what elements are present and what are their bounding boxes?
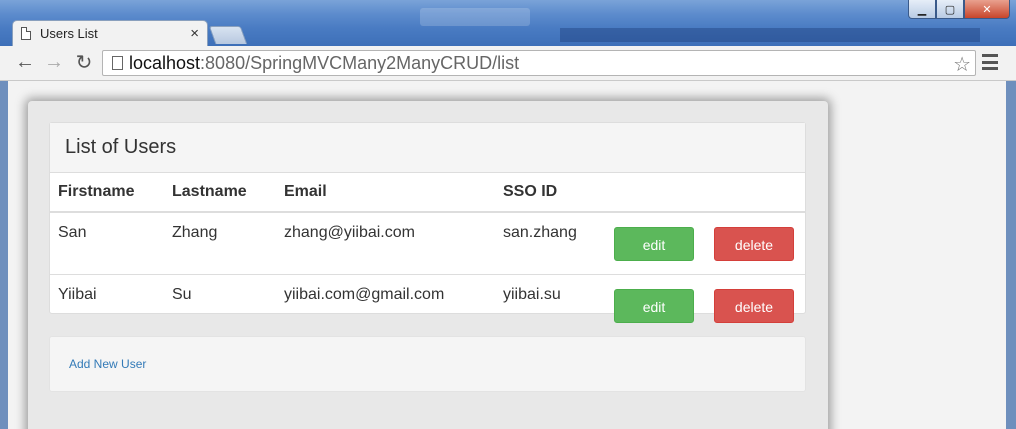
cell-firstname: Yiibai xyxy=(50,274,164,336)
window-border xyxy=(1006,81,1016,429)
page-viewport: List of Users Firstname Lastname Email S… xyxy=(8,81,1006,429)
column-header-firstname: Firstname xyxy=(50,173,164,213)
window-titlebar: ▁ ▢ ✕ Users List × xyxy=(0,0,1016,46)
url-host: localhost xyxy=(129,52,201,73)
cell-sso-id: yiibai.su xyxy=(495,274,606,336)
table-row: San Zhang zhang@yiibai.com san.zhang edi… xyxy=(50,212,805,275)
tab-close-icon[interactable]: × xyxy=(190,25,199,42)
table-row: Yiibai Su yiibai.com@gmail.com yiibai.su… xyxy=(50,274,805,336)
url-path: :8080/SpringMVCMany2ManyCRUD/list xyxy=(200,52,520,73)
minimize-button[interactable]: ▁ xyxy=(908,0,936,19)
back-arrow-icon[interactable]: ← xyxy=(14,51,36,73)
column-header-edit xyxy=(606,173,706,213)
cell-edit: edit xyxy=(606,274,706,336)
new-tab-button[interactable] xyxy=(208,26,248,44)
maximize-button[interactable]: ▢ xyxy=(936,0,964,19)
menu-icon[interactable] xyxy=(982,54,998,70)
page-icon xyxy=(21,27,31,40)
column-header-sso-id: SSO ID xyxy=(495,173,606,213)
page-icon xyxy=(112,56,123,70)
column-header-lastname: Lastname xyxy=(164,173,276,213)
edit-button[interactable]: edit xyxy=(614,226,694,261)
column-header-email: Email xyxy=(276,173,495,213)
cell-delete: delete xyxy=(706,274,805,336)
forward-arrow-icon[interactable]: → xyxy=(43,51,65,73)
users-table: Firstname Lastname Email SSO ID San Zhan… xyxy=(50,173,805,336)
panel-title: List of Users xyxy=(50,123,805,173)
cell-delete: delete xyxy=(706,212,805,275)
reload-icon[interactable]: ↻ xyxy=(73,51,95,74)
bookmark-star-icon[interactable]: ☆ xyxy=(953,52,971,77)
add-new-user-link[interactable]: Add New User xyxy=(69,357,146,371)
delete-button[interactable]: delete xyxy=(714,288,794,323)
table-header-row: Firstname Lastname Email SSO ID xyxy=(50,173,805,213)
users-panel: List of Users Firstname Lastname Email S… xyxy=(49,122,806,336)
delete-button[interactable]: delete xyxy=(714,226,794,261)
browser-toolbar: ← → ↻ localhost:8080/SpringMVCMany2ManyC… xyxy=(0,46,1016,81)
window-controls: ▁ ▢ ✕ xyxy=(908,0,1010,20)
cell-email: zhang@yiibai.com xyxy=(284,224,415,241)
tab-title: Users List xyxy=(40,26,98,41)
titlebar-decoration xyxy=(560,28,980,42)
cell-sso-id: san.zhang xyxy=(503,224,577,241)
column-header-delete xyxy=(706,173,805,213)
browser-tab[interactable]: Users List × xyxy=(12,20,208,46)
titlebar-decoration xyxy=(420,8,530,26)
close-window-button[interactable]: ✕ xyxy=(964,0,1010,19)
window-border xyxy=(0,81,8,429)
cell-email: yiibai.com@gmail.com xyxy=(276,274,495,336)
cell-lastname: Su xyxy=(164,274,276,336)
cell-edit: edit xyxy=(606,212,706,275)
cell-lastname: Zhang xyxy=(172,224,218,241)
add-user-well: Add New User xyxy=(49,336,806,392)
page-container: List of Users Firstname Lastname Email S… xyxy=(28,101,828,429)
cell-firstname: San xyxy=(58,224,87,241)
address-bar[interactable]: localhost:8080/SpringMVCMany2ManyCRUD/li… xyxy=(102,50,976,76)
edit-button[interactable]: edit xyxy=(614,288,694,323)
